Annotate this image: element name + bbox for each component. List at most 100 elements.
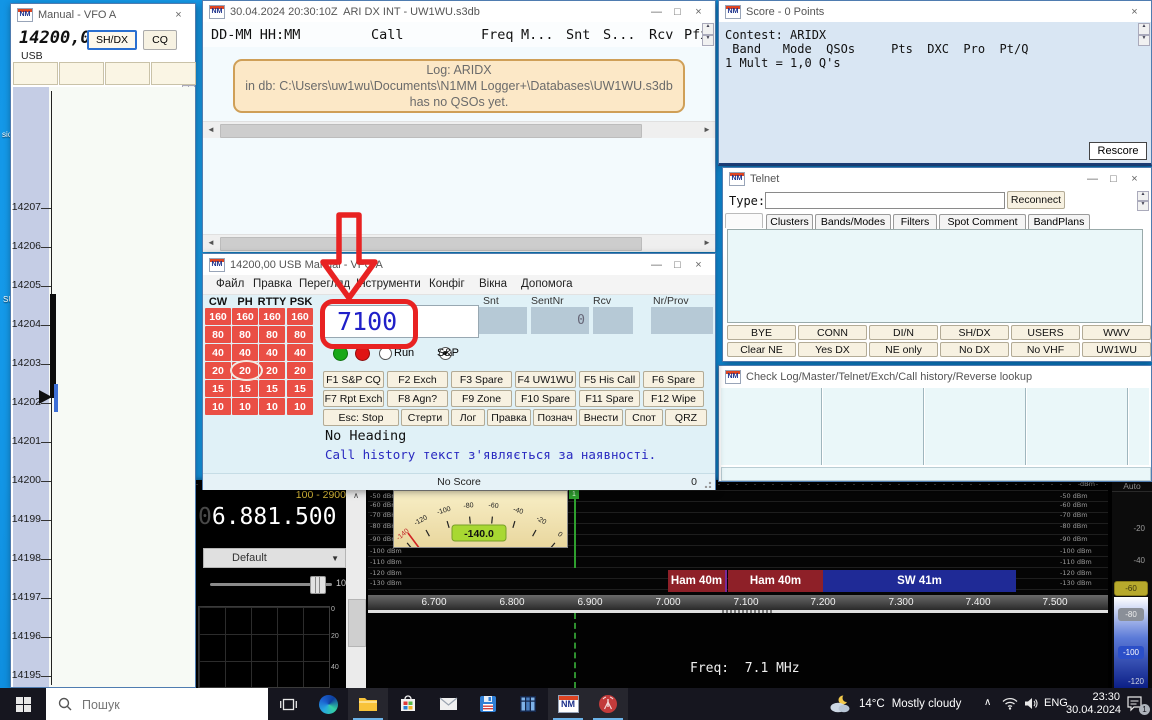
band-button[interactable]: 80 xyxy=(232,326,258,343)
bandmap-frequency[interactable]: 14196 xyxy=(11,628,51,644)
start-button[interactable] xyxy=(0,688,46,720)
telnet-command-button[interactable]: No DX xyxy=(940,342,1009,357)
bandmap-frequency[interactable]: 14205 xyxy=(11,277,51,293)
spinner-up-icon[interactable]: ▲ xyxy=(1138,23,1150,35)
vfo-titlebar[interactable]: NM Manual - VFO A × xyxy=(11,4,195,25)
telnet-command-button[interactable]: NE only xyxy=(869,342,938,357)
telnet-command-button[interactable]: UW1WU xyxy=(1082,342,1151,357)
telnet-tab[interactable]: Filters xyxy=(893,214,937,229)
tune-marker-line[interactable] xyxy=(574,490,576,568)
waterfall[interactable]: Freq: 7.1 MHz xyxy=(368,613,1108,688)
weather-widget[interactable]: 14°C Mostly cloudy xyxy=(828,688,974,720)
cq-button[interactable]: CQ xyxy=(143,30,177,50)
spinner-down-icon[interactable]: ▼ xyxy=(702,35,714,47)
entry-titlebar[interactable]: NM 14200,00 USB Manual - VFO A — □ × xyxy=(203,254,715,275)
minimize-icon[interactable]: — xyxy=(646,6,667,18)
menu-item[interactable]: Правка xyxy=(253,278,292,290)
function-key-button[interactable]: F12 Wipe xyxy=(643,390,704,407)
band-button[interactable]: 15 xyxy=(232,380,258,397)
spinner-up-icon[interactable]: ▲ xyxy=(1137,191,1149,201)
telnet-command-button[interactable]: USERS xyxy=(1011,325,1080,340)
telnet-command-button[interactable]: CONN xyxy=(798,325,867,340)
taskbar-n1mm[interactable]: NM xyxy=(548,688,588,720)
bandmap-frequency[interactable]: 14198 xyxy=(11,550,51,566)
sp-radio-label[interactable]: S&P xyxy=(437,347,459,359)
log-scrollbar-upper[interactable]: ◄ ► xyxy=(203,121,715,139)
band-button[interactable]: 10 xyxy=(205,398,231,415)
band-button[interactable]: 15 xyxy=(259,380,285,397)
log-scrollbar-lower[interactable]: ◄ ► xyxy=(203,234,715,252)
telnet-command-button[interactable]: Clear NE xyxy=(727,342,796,357)
band-button[interactable]: 40 xyxy=(259,344,285,361)
resize-grip[interactable] xyxy=(704,479,713,488)
maximize-icon[interactable]: □ xyxy=(667,6,688,18)
reconnect-button[interactable]: Reconnect xyxy=(1007,191,1065,209)
taskbar-store[interactable] xyxy=(388,688,428,720)
scrollbar-thumb[interactable] xyxy=(220,124,642,138)
telnet-spinner[interactable]: ▲ ▼ xyxy=(1137,191,1149,211)
telnet-tab[interactable]: Spot Comment xyxy=(939,214,1026,229)
telnet-command-button[interactable]: WWV xyxy=(1082,325,1151,340)
task-view-button[interactable] xyxy=(268,688,308,720)
vfo-memory-box[interactable] xyxy=(105,62,150,85)
bandmap-frequency[interactable]: 14206 xyxy=(11,238,51,254)
close-icon[interactable]: × xyxy=(688,259,709,271)
function-key-button[interactable]: F11 Spare xyxy=(579,390,640,407)
function-key-button[interactable]: F8 Agn? xyxy=(387,390,448,407)
bandmap-frequency[interactable]: 14201 xyxy=(11,433,51,449)
log-titlebar[interactable]: NM 30.04.2024 20:30:10Z ARI DX INT - UW1… xyxy=(203,1,715,22)
close-icon[interactable]: × xyxy=(168,9,189,21)
telnet-command-button[interactable]: DI/N xyxy=(869,325,938,340)
telnet-tab[interactable]: Clusters xyxy=(766,214,813,229)
log-column-header[interactable]: Snt xyxy=(566,27,590,43)
taskbar-floppy-app[interactable] xyxy=(468,688,508,720)
vfo-memory-box[interactable] xyxy=(59,62,104,85)
notification-center[interactable]: 1 xyxy=(1126,695,1148,713)
snt-field[interactable] xyxy=(479,307,527,334)
band-button[interactable]: 15 xyxy=(287,380,313,397)
band-button[interactable]: 20 xyxy=(287,362,313,379)
function-key-button[interactable]: F5 His Call xyxy=(579,371,640,388)
score-spinner[interactable]: ▲ ▼ xyxy=(1138,23,1150,46)
band-button[interactable]: 40 xyxy=(205,344,231,361)
search-input[interactable] xyxy=(80,688,264,720)
sentnr-field[interactable]: 0 xyxy=(531,307,589,334)
band-button[interactable]: 10 xyxy=(259,398,285,415)
nrprov-field[interactable] xyxy=(651,307,713,334)
function-key-button[interactable]: F10 Spare xyxy=(515,390,576,407)
telnet-command-button[interactable]: BYE xyxy=(727,325,796,340)
close-icon[interactable]: × xyxy=(1124,173,1145,185)
scrollbar-thumb[interactable] xyxy=(348,599,366,647)
scroll-up-icon[interactable]: ∧ xyxy=(346,489,366,500)
vfo-memory-box[interactable] xyxy=(151,62,196,85)
maximize-icon[interactable]: □ xyxy=(1103,173,1124,185)
function-key-button[interactable]: F7 Rpt Exch xyxy=(323,390,384,407)
maximize-icon[interactable]: □ xyxy=(667,259,688,271)
menu-item[interactable]: Файл xyxy=(216,278,244,290)
log-column-header[interactable]: Freq xyxy=(481,27,514,43)
sdr-gain-slider[interactable] xyxy=(210,576,332,592)
menu-item[interactable]: Вікна xyxy=(479,278,507,290)
tab-blank[interactable] xyxy=(725,213,763,228)
taskbar-grid-app[interactable] xyxy=(508,688,548,720)
frequency-ruler[interactable]: 6.7006.8006.9007.0007.1007.2007.3007.400… xyxy=(368,595,1108,610)
search-box[interactable] xyxy=(46,688,268,720)
scroll-left-icon[interactable]: ◄ xyxy=(203,235,219,252)
bandmap-frequency[interactable]: 14204 xyxy=(11,316,51,332)
action-button[interactable]: Спот xyxy=(625,409,663,426)
telnet-tab[interactable]: Bands/Modes xyxy=(815,214,891,229)
band-button[interactable]: 160 xyxy=(232,308,258,325)
sdr-profile-dropdown[interactable]: Default ▼ xyxy=(203,548,346,568)
band-button[interactable]: 20 xyxy=(205,362,231,379)
action-button[interactable]: Внести xyxy=(579,409,623,426)
taskbar-edge[interactable] xyxy=(308,688,348,720)
scroll-left-icon[interactable]: ◄ xyxy=(203,122,219,139)
bandmap-frequency[interactable]: 14200 xyxy=(11,472,51,488)
function-key-button[interactable]: F3 Spare xyxy=(451,371,512,388)
language-indicator[interactable]: ENG xyxy=(1044,697,1068,709)
band-button[interactable]: 160 xyxy=(259,308,285,325)
bandmap-frequency[interactable]: 14203 xyxy=(11,355,51,371)
taskbar-explorer[interactable] xyxy=(348,688,388,720)
action-button[interactable]: Правка xyxy=(487,409,531,426)
log-column-header[interactable]: M... xyxy=(521,27,554,43)
